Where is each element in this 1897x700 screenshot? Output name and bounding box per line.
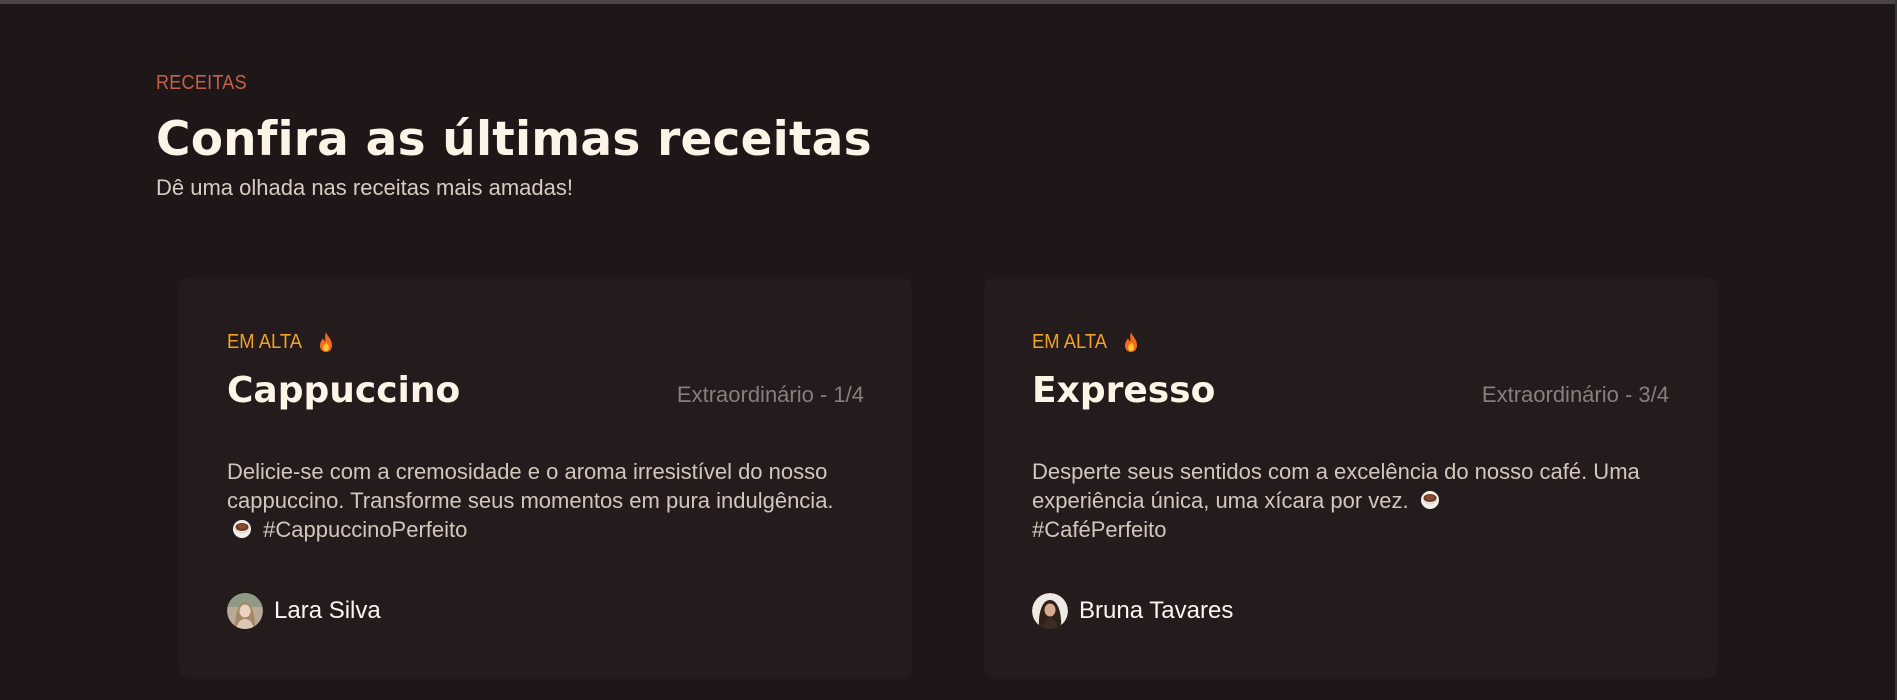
fire-icon bbox=[319, 332, 332, 352]
recipe-description-text: Desperte seus sentidos com a excelência … bbox=[1032, 459, 1640, 513]
trending-badge: EM ALTA bbox=[1032, 329, 1140, 355]
author-name: Bruna Tavares bbox=[1079, 597, 1234, 624]
section-title: Confira as últimas receitas bbox=[156, 112, 872, 167]
window-top-border bbox=[0, 0, 1897, 4]
recipe-card-expresso[interactable]: EM ALTA Expresso Extraordinário - 3/4 De… bbox=[984, 277, 1717, 679]
recipe-title: Cappuccino bbox=[227, 370, 461, 411]
recipe-description: Delicie-se com a cremosidade e o aroma i… bbox=[227, 457, 867, 544]
coffee-cup-icon bbox=[1420, 491, 1439, 509]
recipe-hashtag: #CaféPerfeito bbox=[1032, 517, 1167, 542]
trending-badge: EM ALTA bbox=[227, 329, 335, 355]
recipe-author[interactable]: Lara Silva bbox=[227, 593, 381, 629]
recipe-rating: Extraordinário - 1/4 bbox=[676, 382, 864, 407]
recipe-rating: Extraordinário - 3/4 bbox=[1481, 382, 1669, 407]
recipe-author[interactable]: Bruna Tavares bbox=[1032, 593, 1233, 629]
fire-icon bbox=[1124, 332, 1137, 352]
section-eyebrow: RECEITAS bbox=[156, 72, 247, 94]
trending-badge-label: EM ALTA bbox=[227, 331, 302, 353]
recipe-description: Desperte seus sentidos com a excelência … bbox=[1032, 457, 1672, 544]
recipe-card-cappuccino[interactable]: EM ALTA Cappuccino Extraordinário - 1/4 … bbox=[179, 277, 912, 679]
avatar bbox=[1032, 593, 1068, 629]
recipe-title: Expresso bbox=[1032, 370, 1216, 411]
recipe-hashtag: #CappuccinoPerfeito bbox=[263, 517, 468, 542]
avatar bbox=[227, 593, 263, 629]
trending-badge-label: EM ALTA bbox=[1032, 331, 1107, 353]
recipe-description-text: Delicie-se com a cremosidade e o aroma i… bbox=[227, 459, 834, 513]
author-name: Lara Silva bbox=[274, 597, 381, 624]
section-subtitle: Dê uma olhada nas receitas mais amadas! bbox=[156, 175, 573, 200]
recipes-section: RECEITAS Confira as últimas receitas Dê … bbox=[156, 70, 1756, 202]
coffee-cup-icon bbox=[233, 520, 251, 538]
